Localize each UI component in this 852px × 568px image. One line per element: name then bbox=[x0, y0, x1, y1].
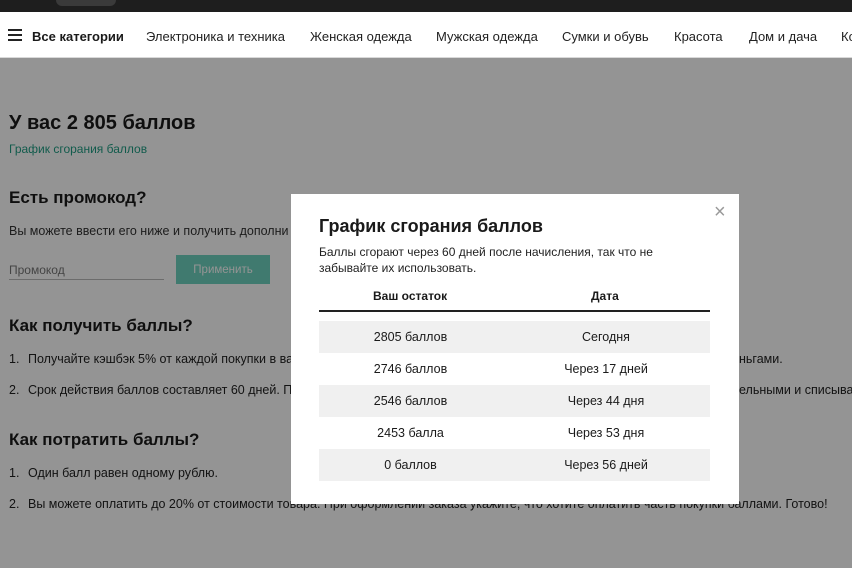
category-nav: Все категории Электроника и техника Женс… bbox=[0, 12, 852, 58]
nav-item-women[interactable]: Женская одежда bbox=[310, 29, 412, 44]
date-cell: Через 44 дня bbox=[567, 394, 645, 408]
table-row: 2546 баллов Через 44 дня bbox=[319, 385, 710, 417]
balance-cell: 2546 баллов bbox=[373, 394, 448, 408]
nav-item-men[interactable]: Мужская одежда bbox=[436, 29, 538, 44]
nav-item-home[interactable]: Дом и дача bbox=[749, 29, 817, 44]
top-bar bbox=[0, 0, 852, 12]
nav-item-electronics[interactable]: Электроника и техника bbox=[146, 29, 285, 44]
all-categories-link[interactable]: Все категории bbox=[32, 29, 124, 44]
table-row: 2805 баллов Сегодня bbox=[319, 321, 710, 353]
nav-item-beauty[interactable]: Красота bbox=[674, 29, 723, 44]
burn-schedule-modal: × График сгорания баллов Баллы сгорают ч… bbox=[291, 194, 739, 504]
date-cell: Через 56 дней bbox=[564, 458, 648, 472]
modal-description: Баллы сгорают через 60 дней после начисл… bbox=[319, 245, 653, 275]
table-row: 2453 балла Через 53 дня bbox=[319, 417, 710, 449]
date-cell: Через 53 дня bbox=[567, 426, 645, 440]
modal-title: График сгорания баллов bbox=[319, 216, 543, 236]
column-header-balance: Ваш остаток bbox=[373, 289, 448, 303]
balance-cell: 0 баллов bbox=[384, 458, 437, 472]
balance-cell: 2746 баллов bbox=[373, 362, 448, 376]
table-header-divider bbox=[319, 310, 710, 312]
logo[interactable] bbox=[56, 0, 116, 6]
date-cell: Сегодня bbox=[582, 330, 630, 344]
date-cell: Через 17 дней bbox=[564, 362, 648, 376]
nav-item-more[interactable]: Ко bbox=[841, 29, 852, 44]
balance-cell: 2453 балла bbox=[377, 426, 444, 440]
nav-item-bags-shoes[interactable]: Сумки и обувь bbox=[562, 29, 649, 44]
balance-cell: 2805 баллов bbox=[373, 330, 448, 344]
column-header-date: Дата bbox=[591, 289, 619, 303]
menu-icon[interactable] bbox=[8, 29, 22, 41]
table-row: 0 баллов Через 56 дней bbox=[319, 449, 710, 481]
table-row: 2746 баллов Через 17 дней bbox=[319, 353, 710, 385]
close-icon[interactable]: × bbox=[714, 202, 726, 222]
